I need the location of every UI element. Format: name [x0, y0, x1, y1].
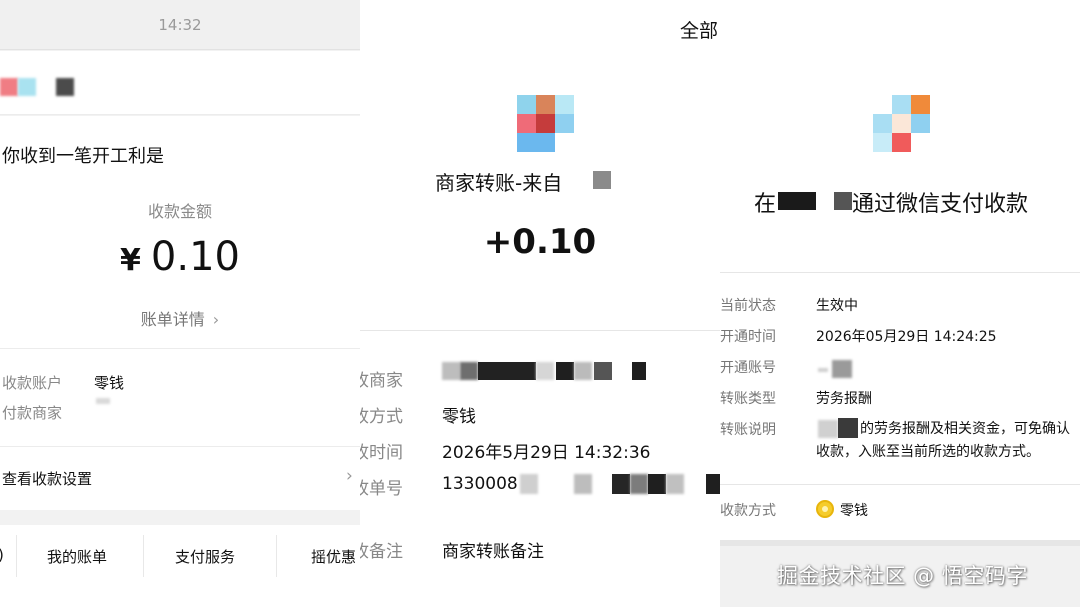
divider: [720, 484, 1080, 485]
status-bar: 14:32: [0, 0, 360, 50]
wechat-pay-coin-icon: [816, 500, 834, 518]
merchant-row-label: 收商家: [360, 371, 403, 391]
bottom-tab-edge[interactable]: ): [0, 546, 4, 564]
sender-header: [0, 51, 360, 115]
order-row-value: 1330008: [442, 474, 518, 494]
tab-shake-discounts[interactable]: 摇优惠: [311, 546, 356, 567]
status-time: 14:32: [158, 16, 202, 34]
payer-redacted: [96, 398, 110, 404]
amount-label: 收款金额: [147, 202, 212, 221]
status-row-label: 当前状态: [720, 298, 776, 314]
method-row-value: 零钱: [442, 407, 476, 427]
title-suffix: 通过微信支付收款: [852, 192, 1029, 217]
sender-avatar: [0, 78, 18, 96]
transfer-amount: +0.10: [483, 222, 597, 262]
merchant-name-redacted: [834, 192, 852, 210]
tab-my-bills[interactable]: 我的账单: [47, 546, 107, 567]
receipt-title: 你收到一笔开工利是: [2, 146, 164, 167]
divider: [0, 348, 360, 349]
transfer-type-label: 转账类型: [720, 391, 776, 407]
divider: [0, 446, 360, 447]
transfer-type-value: 劳务报酬: [816, 391, 872, 407]
filter-all-label[interactable]: 全部: [680, 16, 718, 43]
title-prefix: 在: [754, 192, 777, 217]
receiving-account-label: 收款账户: [2, 374, 63, 392]
sender-name-redacted: [56, 78, 74, 96]
receiving-account-value: 零钱: [94, 374, 125, 392]
chevron-right-icon: ›: [346, 466, 353, 486]
merchant-title: 商家转账-来自: [435, 171, 563, 195]
method-row-label: 收方式: [360, 407, 403, 427]
merchant-name-redacted: [778, 192, 816, 210]
time-row-value: 2026年5月29日 14:32:36: [442, 443, 651, 463]
watermark: 掘金技术社区 @ 悟空码字: [777, 564, 1028, 588]
status-row-value: 生效中: [816, 298, 858, 314]
divider: [276, 535, 277, 577]
transfer-note-label: 转账说明: [720, 422, 776, 438]
divider: [143, 535, 144, 577]
payer-label: 付款商家: [2, 404, 63, 422]
currency-symbol: ¥: [120, 243, 141, 278]
activation-time-label: 开通时间: [720, 329, 776, 345]
merchant-name-redacted: [593, 171, 611, 189]
tab-payment-services[interactable]: 支付服务: [175, 546, 235, 567]
auto-receipt-screen: 在 通过微信支付收款 当前状态 生效中 开通时间 2026年05月29日 14:…: [720, 0, 1080, 607]
order-row-label: 收单号: [360, 479, 403, 499]
bill-details-label: 账单详情: [140, 310, 205, 329]
activation-account-label: 开通账号: [720, 360, 776, 376]
receipt-method-label: 收款方式: [720, 503, 776, 519]
transfer-detail-screen: 全部 商家转账-来自 +0.10 收商家 收方式 零钱 收时间 2026年5月2…: [360, 0, 720, 607]
divider: [720, 272, 1080, 273]
activation-account-redacted: [832, 360, 852, 378]
auto-receipt-title: 在 通过微信支付收款: [754, 186, 1028, 218]
sender-avatar-part: [18, 78, 36, 96]
activation-time-value: 2026年05月29日 14:24:25: [816, 329, 997, 345]
divider: [16, 535, 17, 577]
amount-value: 0.10: [150, 234, 240, 280]
receipt-screen: 14:32 你收到一笔开工利是 收款金额 ¥0.10 账单详情 › 收款账户 零钱…: [0, 0, 360, 607]
chevron-right-icon: ›: [212, 310, 220, 329]
bill-details-link[interactable]: 账单详情 ›: [0, 306, 360, 330]
remark-row-value: 商家转账备注: [442, 542, 544, 562]
transfer-note-value: 的劳务报酬及相关资金，可免确认收款，入账至当前所选的收款方式。: [816, 421, 1070, 460]
divider: [360, 330, 720, 331]
receipt-method-value[interactable]: 零钱: [840, 500, 868, 520]
remark-row-label: 收备注: [360, 542, 403, 562]
amount-display: ¥0.10: [0, 234, 360, 280]
receipt-settings-link[interactable]: 查看收款设置: [2, 468, 92, 489]
time-row-label: 收时间: [360, 443, 403, 463]
activation-account-redacted: [818, 368, 828, 372]
